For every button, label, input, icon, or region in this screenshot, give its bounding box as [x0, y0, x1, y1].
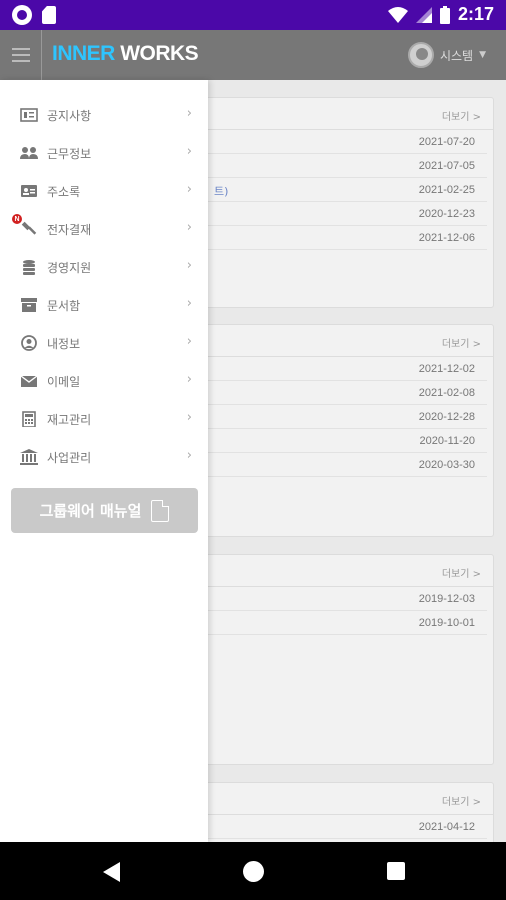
drawer-item-approval[interactable]: N 전자결재 › [0, 210, 208, 248]
system-nav-bar [0, 842, 506, 900]
drawer-item-label: 재고관리 [47, 413, 92, 427]
user-name: 시스템 [439, 48, 474, 63]
drawer-item-work-info[interactable]: 근무정보 › [0, 134, 208, 172]
chevron-right-icon: › [186, 144, 192, 159]
user-menu[interactable]: 시스템 ▼ [407, 42, 486, 68]
group-icon [20, 147, 38, 159]
hamburger-icon [11, 48, 30, 50]
drawer-item-my-info[interactable]: 내정보 › [0, 324, 208, 362]
more-link[interactable]: 더보기 > [442, 793, 481, 808]
chevron-right-icon: › [186, 410, 192, 425]
more-link[interactable]: 더보기 > [442, 335, 481, 350]
chevron-right-icon: › [186, 334, 192, 349]
user-circle-icon [21, 335, 37, 351]
drawer-item-business[interactable]: 사업관리 › [0, 438, 208, 476]
avatar [407, 42, 434, 68]
drawer-item-inventory[interactable]: 재고관리 › [0, 400, 208, 438]
more-link[interactable]: 더보기 > [442, 565, 481, 580]
app-logo[interactable]: INNER WORKS [52, 42, 199, 66]
battery-icon [439, 5, 450, 24]
drawer-item-email[interactable]: 이메일 › [0, 362, 208, 400]
drawer-item-address-book[interactable]: 주소록 › [0, 172, 208, 210]
drawer-item-label: 내정보 [47, 337, 81, 351]
drawer-item-management[interactable]: 경영지원 › [0, 248, 208, 286]
status-bar: 2:17 [0, 0, 506, 30]
drawer-item-documents[interactable]: 문서함 › [0, 286, 208, 324]
logo-inner: INNER [52, 42, 115, 65]
chevron-right-icon: › [186, 106, 192, 121]
mail-icon [20, 375, 38, 387]
wifi-icon [387, 6, 408, 23]
caret-down-icon: ▼ [479, 50, 486, 60]
drawer-item-label: 경영지원 [47, 261, 92, 275]
chevron-right-icon: › [186, 258, 192, 273]
home-icon[interactable] [243, 861, 264, 882]
notice-icon [20, 108, 38, 122]
contact-card-icon [21, 185, 37, 197]
drawer-item-label: 이메일 [47, 375, 81, 389]
pdf-icon [151, 499, 170, 522]
app-notification-icon [12, 5, 32, 25]
app-bar: INNER WORKS 시스템 ▼ [0, 30, 506, 80]
menu-button[interactable] [0, 30, 42, 80]
manual-button-label: 그룹웨어 매뉴얼 [39, 502, 142, 520]
navigation-drawer: 공지사항 › 근무정보 › 주소록 › N 전자결재 › 경영지원 › 문서함 [0, 80, 208, 842]
chevron-right-icon: › [186, 372, 192, 387]
recent-apps-icon[interactable] [387, 862, 405, 880]
more-link[interactable]: 더보기 > [442, 108, 481, 123]
chevron-right-icon: › [186, 296, 192, 311]
drawer-item-label: 문서함 [47, 299, 81, 313]
chevron-right-icon: › [186, 220, 192, 235]
database-icon [23, 260, 35, 275]
gavel-icon [21, 221, 37, 235]
drawer-menu: 공지사항 › 근무정보 › 주소록 › N 전자결재 › 경영지원 › 문서함 [0, 96, 208, 476]
back-icon[interactable] [103, 862, 120, 882]
drawer-item-label: 전자결재 [47, 223, 92, 237]
groupware-manual-button[interactable]: 그룹웨어 매뉴얼 [11, 488, 198, 533]
sd-card-icon [42, 6, 56, 24]
drawer-item-label: 주소록 [47, 185, 81, 199]
chevron-right-icon: › [186, 182, 192, 197]
drawer-item-label: 근무정보 [47, 147, 92, 161]
logo-works: WORKS [120, 42, 199, 65]
drawer-item-label: 공지사항 [47, 109, 92, 123]
signal-icon [415, 6, 432, 23]
archive-icon [21, 298, 37, 312]
chevron-right-icon: › [186, 448, 192, 463]
calculator-icon [22, 411, 36, 427]
bank-icon [20, 449, 38, 465]
drawer-item-notice[interactable]: 공지사항 › [0, 96, 208, 134]
drawer-item-label: 사업관리 [47, 451, 92, 465]
clock: 2:17 [457, 4, 494, 24]
